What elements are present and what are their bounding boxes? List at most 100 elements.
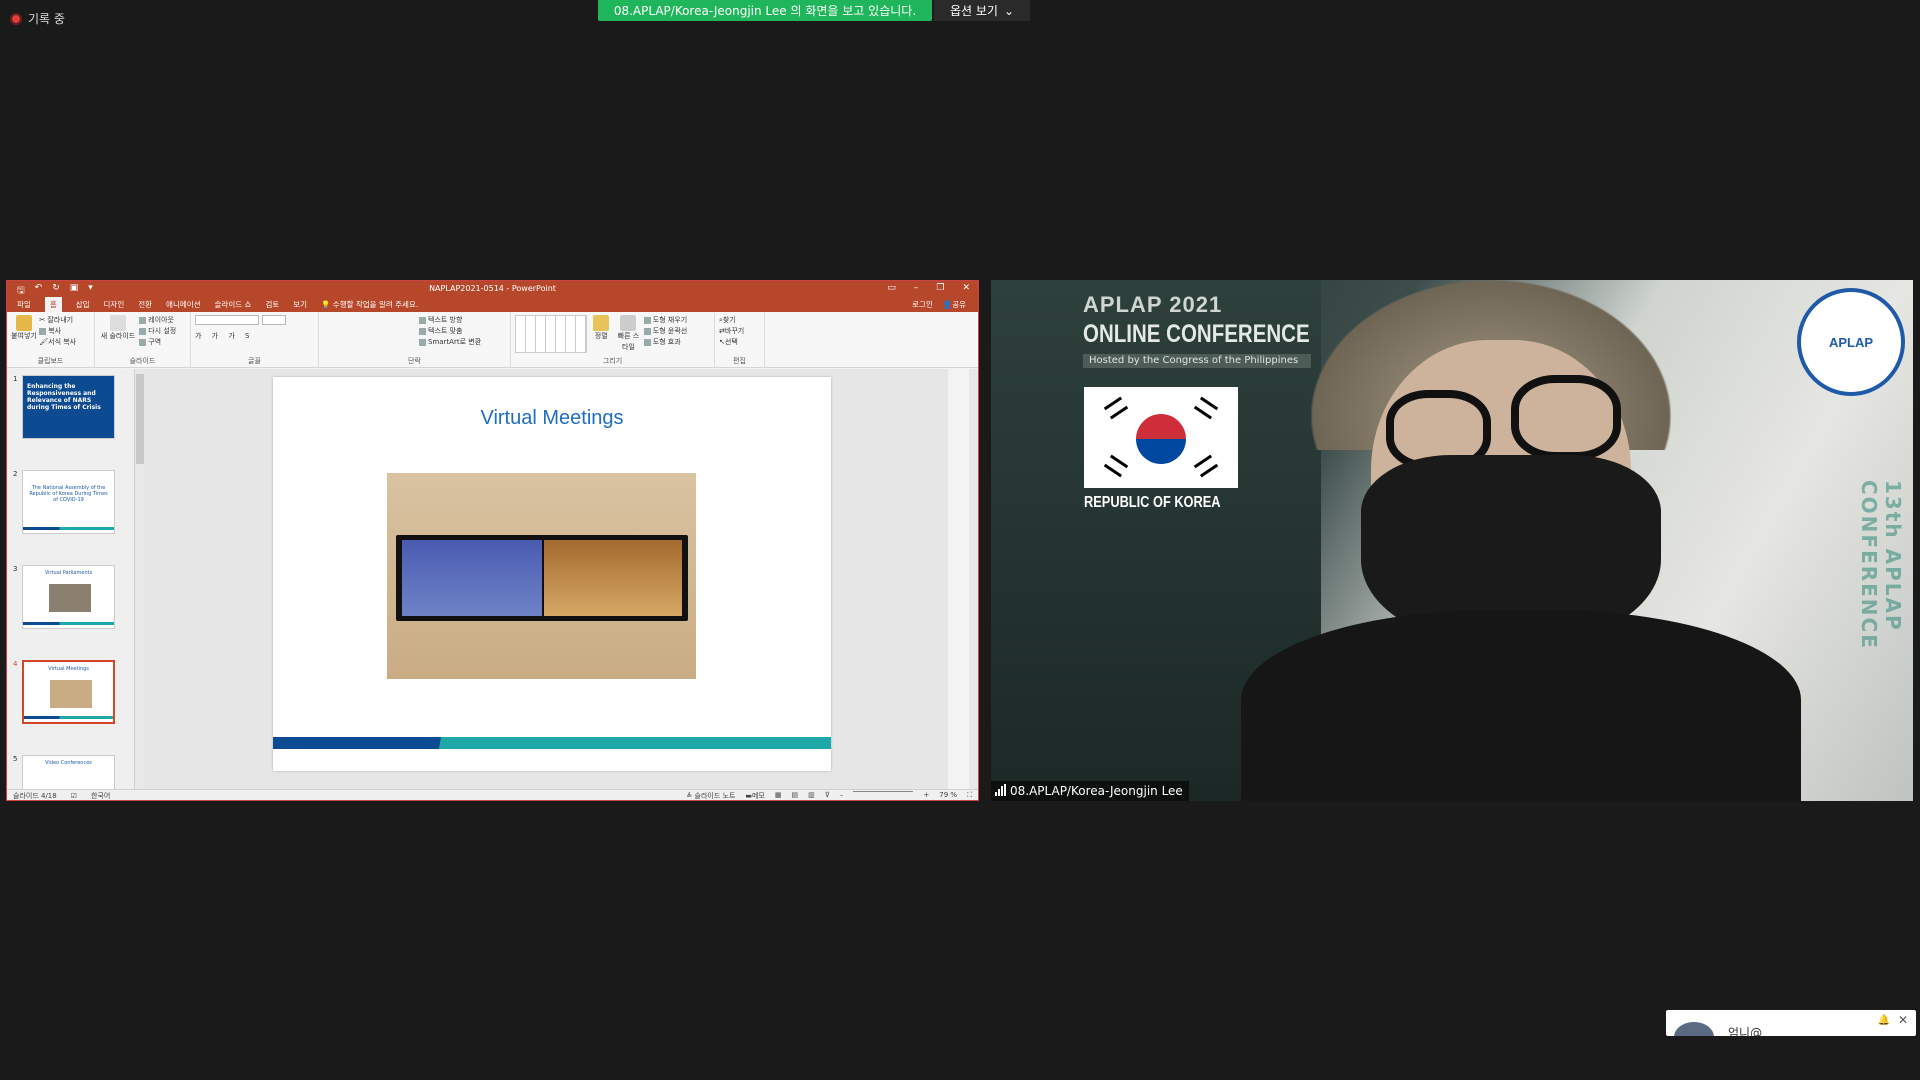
- slide-thumbnail-5[interactable]: Video Conferences: [22, 755, 115, 789]
- minimize-icon[interactable]: –: [914, 283, 919, 293]
- slide-scrollbar[interactable]: [969, 369, 978, 789]
- select-button[interactable]: ↖선택: [719, 337, 760, 348]
- text-direction-icon: [419, 316, 426, 324]
- quick-styles-icon: [620, 315, 637, 331]
- ribbon: 붙여넣기 ✂ 잘라내기 복사 🖌서식 복사 클립보드 새 슬라이드 레이아웃 다…: [7, 312, 978, 368]
- thumb-number: 2: [13, 470, 18, 478]
- tab-design[interactable]: 디자인: [104, 299, 125, 310]
- shapes-gallery[interactable]: [515, 315, 587, 353]
- thumb-bar: [23, 622, 114, 625]
- align-text-icon: [419, 327, 426, 335]
- scroll-thumb[interactable]: [136, 374, 144, 464]
- find-button[interactable]: ⌕찾기: [719, 315, 760, 326]
- spellcheck-icon[interactable]: ☑: [71, 792, 77, 800]
- font-size-input[interactable]: [262, 315, 286, 325]
- thumb-number: 4: [13, 660, 18, 668]
- tab-home[interactable]: 홈: [44, 297, 62, 312]
- chat-notification[interactable]: 엄니@ 🔔 ✕: [1666, 1010, 1916, 1036]
- close-icon[interactable]: ✕: [1898, 1013, 1908, 1027]
- thumb-title: Enhancing the Responsiveness and Relevan…: [27, 383, 101, 411]
- tab-review[interactable]: 검토: [265, 299, 279, 310]
- thumb-title: The National Assembly of the Republic of…: [29, 485, 108, 503]
- thumb-bar: [23, 527, 114, 530]
- quick-styles-button[interactable]: 빠른 스타일: [615, 315, 641, 353]
- section-button[interactable]: 구역: [139, 337, 176, 348]
- tab-transitions[interactable]: 전환: [138, 299, 152, 310]
- fill-icon: [643, 316, 651, 324]
- copy-button[interactable]: 복사: [39, 326, 76, 337]
- korea-flag: [1084, 387, 1238, 488]
- current-slide[interactable]: Virtual Meetings: [273, 377, 831, 771]
- layout-button[interactable]: 레이아웃: [139, 315, 176, 326]
- tab-file[interactable]: 파일: [17, 299, 31, 310]
- font-label: 글꼴: [248, 357, 261, 365]
- ppt-title-bar: 🖫 ↶ ↻ ▣ ▾ NAPLAP2021-0514 - PowerPoint ▭…: [7, 281, 978, 297]
- trigram: [1193, 454, 1219, 478]
- slideshow-view-icon[interactable]: ⊽: [825, 791, 830, 800]
- reset-button[interactable]: 다시 설정: [139, 326, 176, 337]
- slide-photo[interactable]: [387, 473, 696, 679]
- ribbon-display-icon[interactable]: ▭: [887, 283, 896, 293]
- paste-button[interactable]: 붙여넣기: [11, 315, 37, 342]
- shape-effects-button[interactable]: 도형 효과: [643, 337, 687, 348]
- slide-title[interactable]: Virtual Meetings: [273, 407, 831, 430]
- comments-button[interactable]: ▬메모: [745, 791, 765, 800]
- text-direction-button[interactable]: 텍스트 방향: [419, 315, 506, 326]
- cut-button[interactable]: ✂ 잘라내기: [39, 315, 76, 326]
- tell-me-box[interactable]: 💡 수행할 작업을 알려 주세요.: [321, 299, 418, 310]
- font-name-input[interactable]: [195, 315, 259, 325]
- slide-footer-bar: [273, 737, 831, 749]
- participant-name-tag: 08.APLAP/Korea-Jeongjin Lee: [991, 781, 1189, 801]
- aplap-logo: APLAP: [1797, 288, 1905, 396]
- thumbnail-scrollbar[interactable]: [135, 369, 145, 789]
- tab-animations[interactable]: 애니메이션: [166, 299, 201, 310]
- thumb-bar: [24, 716, 113, 719]
- view-options-button[interactable]: 옵션 보기 ⌄: [934, 0, 1030, 21]
- section-label: 구역: [148, 338, 162, 346]
- share-button[interactable]: 👤공유: [943, 299, 966, 310]
- paste-label: 붙여넣기: [11, 332, 37, 340]
- font-format-buttons[interactable]: 가 가 가 S: [195, 331, 314, 342]
- slide-thumbnail-2[interactable]: The National Assembly of the Republic of…: [22, 470, 115, 534]
- zoom-slider[interactable]: [853, 791, 914, 792]
- sorter-view-icon[interactable]: ▤: [792, 791, 799, 800]
- replace-button[interactable]: ⇄바꾸기: [719, 326, 760, 337]
- normal-view-icon[interactable]: ▦: [775, 791, 782, 800]
- font-group: 가 가 가 S 글꼴: [191, 312, 319, 368]
- select-label: 선택: [724, 338, 738, 346]
- restore-icon[interactable]: ❐: [936, 283, 944, 293]
- tab-slideshow[interactable]: 슬라이드 쇼: [215, 299, 252, 310]
- slides-group: 새 슬라이드 레이아웃 다시 설정 구역 슬라이드: [95, 312, 191, 368]
- tab-insert[interactable]: 삽입: [76, 299, 90, 310]
- participant-video[interactable]: APLAP 2021 ONLINE CONFERENCE Hosted by t…: [991, 280, 1913, 801]
- chat-sender-name: 엄니@: [1728, 1026, 1763, 1036]
- layout-label: 레이아웃: [148, 316, 174, 324]
- fit-window-icon[interactable]: ⛶: [967, 791, 972, 800]
- bell-icon[interactable]: 🔔: [1878, 1015, 1890, 1026]
- new-slide-button[interactable]: 새 슬라이드: [99, 315, 137, 342]
- language-indicator[interactable]: 한국어: [91, 791, 110, 800]
- outline-icon: [643, 327, 651, 335]
- slide-thumbnail-3[interactable]: Virtual Parliaments: [22, 565, 115, 629]
- cut-label: 잘라내기: [47, 316, 74, 324]
- tab-view[interactable]: 보기: [293, 299, 307, 310]
- align-text-button[interactable]: 텍스트 맞춤: [419, 326, 506, 337]
- recording-indicator: 기록 중: [10, 10, 65, 27]
- slide-thumbnail-4[interactable]: Virtual Meetings: [22, 660, 115, 724]
- smartart-button[interactable]: SmartArt로 변환: [419, 337, 506, 348]
- arrange-button[interactable]: 정렬: [589, 315, 613, 342]
- format-painter-button[interactable]: 🖌서식 복사: [39, 337, 76, 348]
- taegeuk-circle: [1136, 414, 1186, 464]
- notes-button[interactable]: ≜ 슬라이드 노트: [686, 791, 735, 800]
- close-icon[interactable]: ✕: [962, 283, 970, 293]
- slide-thumbnail-1[interactable]: Enhancing the Responsiveness and Relevan…: [22, 375, 115, 439]
- zoom-in-icon[interactable]: +: [923, 791, 929, 800]
- zoom-out-icon[interactable]: –: [840, 791, 844, 800]
- shape-outline-button[interactable]: 도형 윤곽선: [643, 326, 687, 337]
- zoom-level[interactable]: 79 %: [939, 791, 957, 800]
- shape-fill-button[interactable]: 도형 채우기: [643, 315, 687, 326]
- powerpoint-window: 🖫 ↶ ↻ ▣ ▾ NAPLAP2021-0514 - PowerPoint ▭…: [6, 280, 979, 801]
- login-link[interactable]: 로그인: [912, 299, 933, 310]
- recording-label: 기록 중: [28, 12, 65, 26]
- reading-view-icon[interactable]: ▥: [808, 791, 815, 800]
